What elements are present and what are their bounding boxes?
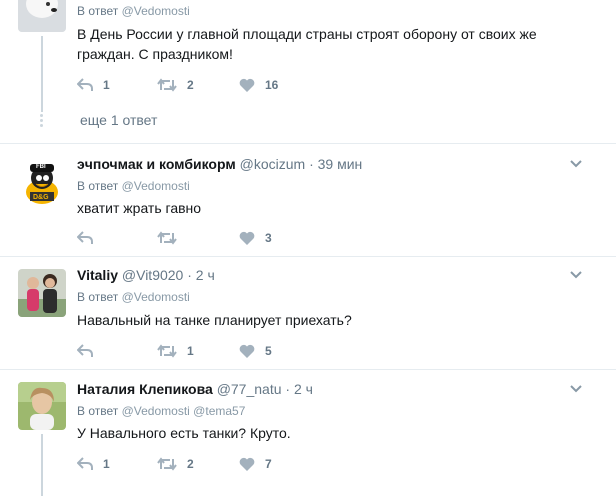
reply-icon [77,78,93,91]
show-more-replies[interactable]: еще 1 ответ [80,112,157,128]
display-name[interactable]: Vitaliy [77,267,118,283]
reply-prefix: В ответ [77,179,119,193]
avatar-cap-text: FBI [36,164,46,170]
reply-context: В ответ @Vedomosti [77,4,190,18]
tweet-text: В День России у главной площади страны с… [77,26,537,62]
like-button[interactable]: 3 [239,228,272,248]
tweet-header: эчпочмак и комбикорм @kocizum · 39 мин [77,156,362,172]
thread-line [41,36,43,112]
reply-mention[interactable]: @Vedomosti [122,179,190,193]
reply-mention-2[interactable]: @tema57 [193,404,245,418]
tweet-header: Vitaliy @Vit9020 · 2 ч [77,267,215,283]
tweet-text: Навальный на танке планирует приехать? [77,312,352,328]
chevron-down-icon[interactable] [568,381,584,397]
display-name[interactable]: эчпочмак и комбикорм [77,156,236,172]
reply-prefix: В ответ [77,404,119,418]
retweet-button[interactable]: 2 [157,454,194,474]
user-handle[interactable]: @77_natu [217,381,282,397]
retweet-count: 1 [187,344,194,358]
reply-icon [77,344,93,357]
separator: · [187,267,192,283]
user-handle[interactable]: @kocizum [240,156,306,172]
timestamp[interactable]: 39 мин [318,156,363,172]
avatar-badge-text: D&G [33,194,49,201]
retweet-button[interactable] [157,228,187,248]
tweet-1: В ответ @Vedomosti В День России у главн… [0,0,616,143]
reply-button[interactable] [77,228,103,248]
retweet-button[interactable]: 2 [157,75,194,95]
reply-context: В ответ @Vedomosti @tema57 [77,404,245,418]
reply-count: 1 [103,78,110,92]
tweet-header: Наталия Клепикова @77_natu · 2 ч [77,381,313,397]
like-count: 5 [265,344,272,358]
thread-dots [40,114,44,129]
tweet-text: хватит жрать гавно [77,200,202,216]
retweet-icon [157,457,177,471]
retweet-icon [157,344,177,358]
separator: · [309,156,314,172]
like-button[interactable]: 5 [239,341,272,361]
reply-prefix: В ответ [77,290,119,304]
retweet-icon [157,231,177,245]
reply-context: В ответ @Vedomosti [77,290,190,304]
retweet-count: 2 [187,78,194,92]
reply-icon [77,457,93,470]
chevron-down-icon[interactable] [568,267,584,283]
avatar[interactable]: FBI D&G [18,158,66,206]
retweet-icon [157,78,177,92]
reply-context: В ответ @Vedomosti [77,179,190,193]
reply-button[interactable]: 1 [77,454,110,474]
reply-mention[interactable]: @Vedomosti [122,290,190,304]
retweet-button[interactable]: 1 [157,341,194,361]
timestamp[interactable]: 2 ч [294,381,313,397]
heart-icon [239,344,255,358]
reply-button[interactable] [77,341,103,361]
reply-prefix: В ответ [77,4,119,18]
reply-count: 1 [103,457,110,471]
avatar[interactable] [18,0,66,32]
separator: · [285,381,291,397]
reply-mention[interactable]: @Vedomosti [122,4,190,18]
display-name[interactable]: Наталия Клепикова [77,381,213,397]
retweet-count: 2 [187,457,194,471]
chevron-down-icon[interactable] [568,156,584,172]
heart-icon [239,78,255,92]
user-handle[interactable]: @Vit9020 [122,267,183,283]
reply-mention[interactable]: @Vedomosti [122,404,190,418]
like-button[interactable]: 7 [239,454,272,474]
timestamp[interactable]: 2 ч [196,267,215,283]
reply-icon [77,231,93,244]
avatar[interactable] [18,269,66,317]
like-button[interactable]: 16 [239,75,278,95]
like-count: 7 [265,457,272,471]
avatar[interactable] [18,382,66,430]
tweet-3: Vitaliy @Vit9020 · 2 ч В ответ @Vedomost… [0,257,616,369]
reply-button[interactable]: 1 [77,75,110,95]
thread-line [41,434,43,496]
heart-icon [239,457,255,471]
tweet-text: У Навального есть танки? Круто. [77,425,291,441]
like-count: 3 [265,231,272,245]
heart-icon [239,231,255,245]
like-count: 16 [265,78,279,92]
tweet-2: FBI D&G эчпочмак и комбикорм @kocizum · … [0,144,616,256]
tweet-4: Наталия Клепикова @77_natu · 2 ч В ответ… [0,370,616,496]
